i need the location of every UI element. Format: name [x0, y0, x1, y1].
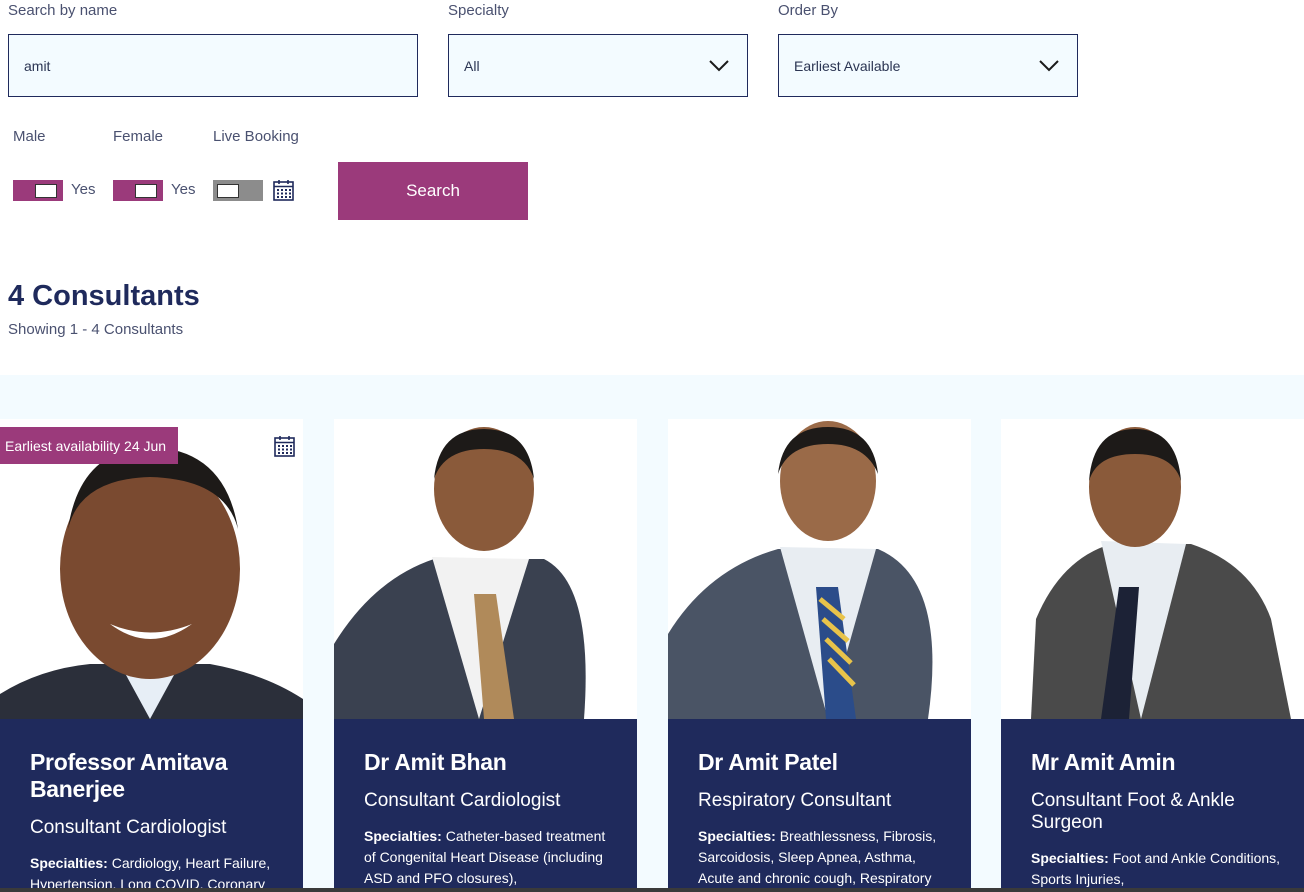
specialties-label: Specialties:: [364, 828, 442, 844]
search-name-field[interactable]: [8, 34, 418, 97]
male-toggle[interactable]: [13, 180, 63, 201]
live-booking-toggle[interactable]: [213, 180, 263, 201]
consultant-portrait-image: [1031, 427, 1291, 719]
results-count-title: 4 Consultants: [8, 280, 200, 312]
consultant-info: Dr Amit Patel Respiratory Consultant Spe…: [668, 719, 971, 892]
consultant-specialties: Specialties: Foot and Ankle Conditions, …: [1031, 848, 1284, 890]
specialty-select[interactable]: All: [448, 34, 748, 97]
order-by-selected-value: Earliest Available: [794, 57, 901, 74]
consultant-photo: [668, 419, 971, 719]
search-by-name-label: Search by name: [8, 2, 118, 19]
consultant-card[interactable]: Dr Amit Patel Respiratory Consultant Spe…: [668, 419, 971, 892]
earliest-availability-badge: Earliest availability 24 Jun: [0, 427, 179, 464]
female-toggle-value: Yes: [171, 181, 196, 198]
consultant-role: Consultant Cardiologist: [30, 817, 227, 838]
specialties-label: Specialties:: [698, 828, 776, 844]
search-input[interactable]: [24, 57, 417, 74]
consultant-portrait-image: [668, 421, 933, 719]
toggle-knob: [35, 183, 57, 198]
consultant-photo: [1001, 419, 1304, 719]
consultant-info: Dr Amit Bhan Consultant Cardiologist Spe…: [334, 719, 637, 892]
search-button[interactable]: Search: [338, 162, 528, 220]
results-showing-text: Showing 1 - 4 Consultants: [8, 321, 184, 338]
order-by-label: Order By: [778, 2, 839, 19]
consultant-card[interactable]: Earliest availability 24 Jun Professor A…: [0, 419, 303, 892]
consultant-specialties: Specialties: Breathlessness, Fibrosis, S…: [698, 826, 951, 889]
order-by-select[interactable]: Earliest Available: [778, 34, 1078, 97]
consultant-name[interactable]: Dr Amit Patel: [698, 749, 951, 776]
consultant-info: Professor Amitava Banerjee Consultant Ca…: [0, 719, 303, 892]
specialties-label: Specialties:: [30, 855, 108, 871]
consultant-role: Respiratory Consultant: [698, 790, 892, 811]
consultant-name[interactable]: Professor Amitava Banerjee: [30, 749, 283, 803]
specialty-label: Specialty: [448, 2, 509, 19]
male-toggle-value: Yes: [71, 181, 96, 198]
consultant-role: Consultant Foot & Ankle Surgeon: [1031, 790, 1235, 833]
consultant-specialties: Specialties: Catheter-based treatment of…: [364, 826, 617, 889]
consultant-portrait-image: [334, 427, 586, 719]
consultant-portrait-image: [0, 447, 303, 719]
female-toggle[interactable]: [113, 180, 163, 201]
toggle-knob: [217, 183, 239, 198]
calendar-icon[interactable]: [274, 435, 295, 457]
female-label: Female: [113, 128, 164, 145]
consultant-photo: [0, 419, 303, 719]
calendar-icon: [273, 180, 294, 201]
specialties-label: Specialties:: [1031, 850, 1109, 866]
consultant-info: Mr Amit Amin Consultant Foot & Ankle Sur…: [1001, 719, 1304, 892]
consultant-card[interactable]: Mr Amit Amin Consultant Foot & Ankle Sur…: [1001, 419, 1304, 892]
toggle-knob: [135, 183, 157, 198]
specialty-selected-value: All: [464, 57, 480, 74]
consultant-card[interactable]: Dr Amit Bhan Consultant Cardiologist Spe…: [334, 419, 637, 892]
live-booking-label: Live Booking: [213, 128, 299, 145]
chevron-down-icon: [1039, 59, 1059, 71]
consultant-name[interactable]: Mr Amit Amin: [1031, 749, 1284, 776]
consultant-specialties: Specialties: Cardiology, Heart Failure, …: [30, 853, 283, 892]
chevron-down-icon: [709, 59, 729, 71]
consultant-name[interactable]: Dr Amit Bhan: [364, 749, 617, 776]
consultant-role: Consultant Cardiologist: [364, 790, 561, 811]
consultant-photo: [334, 419, 637, 719]
window-bottom-edge: [0, 888, 1304, 892]
male-label: Male: [13, 128, 46, 145]
